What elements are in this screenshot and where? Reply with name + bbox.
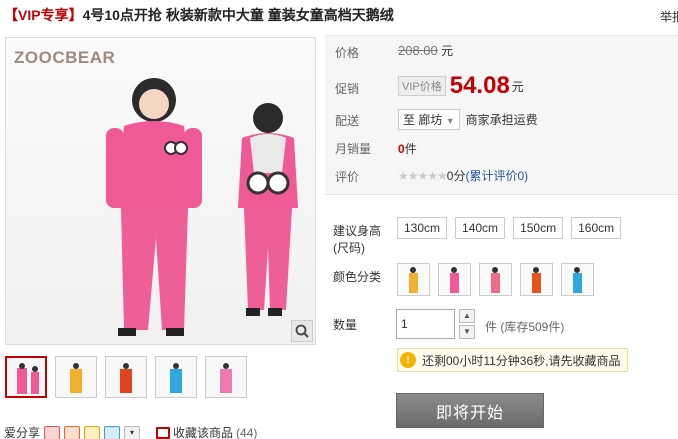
quantity-decrease[interactable]: ▼: [459, 325, 475, 339]
favorite-button[interactable]: 收藏该商品 (44): [156, 424, 257, 439]
quantity-increase[interactable]: ▲: [459, 309, 475, 323]
delivery-city-select[interactable]: 至 廊坊 ▼: [398, 109, 460, 130]
delivery-city: 至 廊坊: [403, 113, 443, 127]
thumbnail-pink[interactable]: [5, 356, 47, 398]
rating-score: 0分: [446, 169, 466, 183]
color-label: 颜色分类: [333, 270, 382, 284]
favorite-count: (44): [236, 425, 258, 439]
coming-soon-button[interactable]: 即将开始: [396, 393, 544, 428]
size-option-140[interactable]: 140cm: [455, 217, 506, 239]
price-label: 价格: [335, 46, 360, 60]
thumbnail-yellow[interactable]: [55, 356, 97, 398]
share-bar: 爱分享 ▾ 收藏该商品 (44): [4, 424, 257, 439]
vip-tag: 【VIP专享】: [4, 7, 83, 23]
weibo-icon[interactable]: [44, 425, 61, 439]
quantity-input[interactable]: [396, 309, 455, 339]
sales-count: 0: [398, 142, 405, 156]
quantity-label: 数量: [333, 318, 358, 332]
delivery-row: 至 廊坊 ▼ 商家承担运费: [398, 109, 538, 130]
bulb-icon: !: [400, 352, 416, 368]
original-price-unit: 元: [441, 44, 454, 58]
size-label: 建议身高: [333, 224, 382, 238]
countdown-text: 还剩00小时11分钟36秒,请先收藏商品: [422, 353, 621, 368]
color-option-pink[interactable]: [438, 263, 471, 296]
product-title: 【VIP专享】4号10点开抢 秋装新款中大童 童装女童高档天鹅绒: [4, 5, 394, 25]
vip-price-badge: VIP价格: [398, 76, 446, 96]
more-share-icon[interactable]: ▾: [124, 425, 141, 439]
rating-label: 评价: [335, 170, 360, 184]
main-product-image[interactable]: ZOOCBEAR: [5, 37, 316, 345]
thumbnail-blue[interactable]: [155, 356, 197, 398]
promo-price-unit: 元: [511, 79, 524, 94]
color-options: [397, 263, 594, 296]
report-link[interactable]: 举报: [660, 8, 678, 25]
sales-label: 月销量: [335, 142, 372, 156]
promo-label: 促销: [335, 82, 360, 96]
thumbnail-strip: [5, 356, 247, 398]
size-option-130[interactable]: 130cm: [397, 217, 448, 239]
sales-row: 0件: [398, 140, 417, 157]
promo-price-row: VIP价格 54.08 元: [398, 72, 524, 100]
quantity-stock: 件 (库存509件): [485, 320, 565, 334]
zoom-icon[interactable]: [291, 320, 313, 342]
price-panel: 价格 208.00 元 促销 VIP价格 54.08 元 配送 至 廊坊 ▼ 商家承担…: [325, 35, 678, 195]
rating-link[interactable]: (累计评价0): [465, 169, 528, 183]
share-label: 爱分享: [4, 426, 41, 439]
sales-unit: 件: [404, 142, 417, 156]
color-option-rose[interactable]: [479, 263, 512, 296]
kaixin-icon[interactable]: [84, 425, 101, 439]
promo-price: 54.08: [449, 72, 510, 99]
qzone-icon[interactable]: [104, 425, 121, 439]
color-option-blue[interactable]: [561, 263, 594, 296]
rating-stars: ★★★★★: [398, 169, 448, 183]
size-option-150[interactable]: 150cm: [513, 217, 564, 239]
title-text: 4号10点开抢 秋装新款中大童 童装女童高档天鹅绒: [82, 7, 394, 23]
original-price-row: 208.00 元: [398, 42, 453, 59]
thumbnail-red[interactable]: [105, 356, 147, 398]
chevron-down-icon: ▼: [445, 116, 455, 126]
size-options: 130cm 140cm 150cm 160cm: [397, 217, 622, 239]
delivery-note: 商家承担运费: [465, 113, 538, 127]
color-option-yellow[interactable]: [397, 263, 430, 296]
rating-row: ★★★★★0分(累计评价0): [398, 167, 528, 184]
original-price: 208.00: [398, 43, 438, 58]
size-option-160[interactable]: 160cm: [571, 217, 622, 239]
renren-icon[interactable]: [64, 425, 81, 439]
size-label-sub: (尺码): [333, 241, 365, 255]
color-option-orange-red[interactable]: [520, 263, 553, 296]
countdown-notice: ! 还剩00小时11分钟36秒,请先收藏商品: [397, 348, 628, 372]
favorite-label: 收藏该商品: [173, 426, 234, 439]
favorite-icon: [156, 426, 171, 439]
product-photo: [106, 78, 298, 336]
thumbnail-pink-2[interactable]: [205, 356, 247, 398]
delivery-label: 配送: [335, 114, 360, 128]
